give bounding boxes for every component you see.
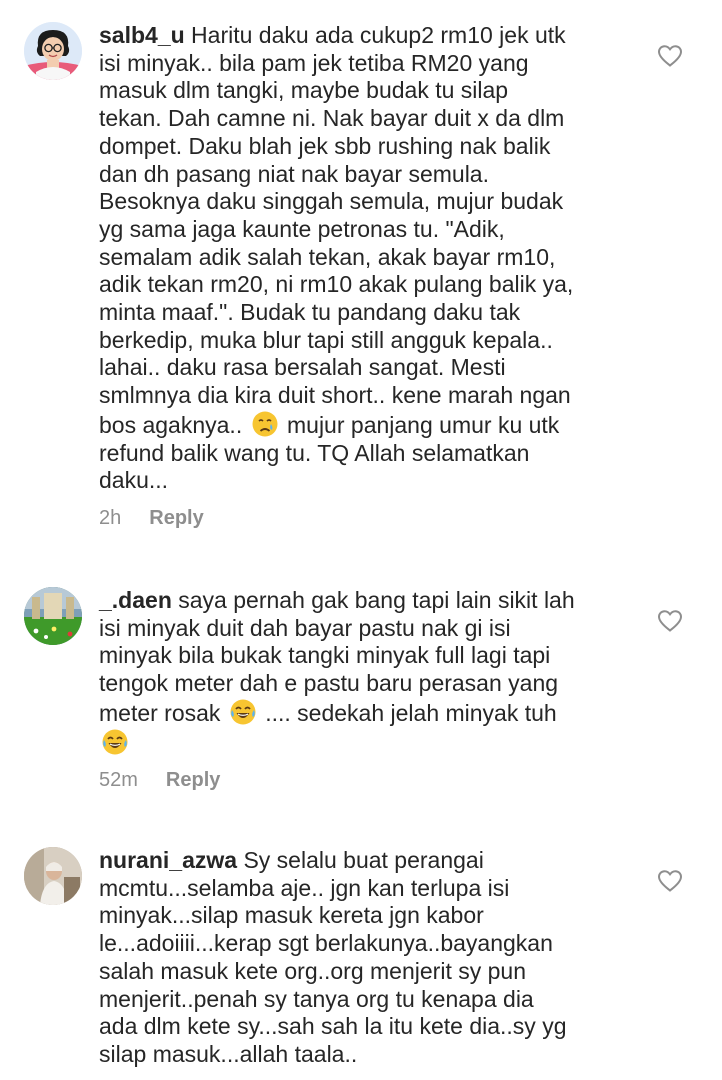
user-avatar[interactable] bbox=[24, 22, 82, 80]
comment-meta: 2h Reply bbox=[99, 507, 619, 530]
comment-username[interactable]: nurani_azwa bbox=[99, 847, 237, 873]
cartoon-girl-avatar-icon bbox=[24, 22, 82, 80]
crying-face-emoji-icon bbox=[251, 410, 279, 438]
photo-avatar-icon bbox=[24, 587, 82, 645]
comment-text: nurani_azwa Sy selalu buat perangai mcmt… bbox=[99, 847, 619, 1069]
comment-timestamp: 2h bbox=[99, 506, 122, 529]
comment-timestamp: 52m bbox=[99, 769, 138, 792]
comment-body: nurani_azwa Sy selalu buat perangai mcmt… bbox=[99, 847, 619, 1069]
comment-username[interactable]: _.daen bbox=[99, 587, 172, 613]
comment-body: _.daen saya pernah gak bang tapi lain si… bbox=[99, 587, 619, 792]
like-heart-icon[interactable] bbox=[657, 869, 683, 893]
comment-body: salb4_u Haritu daku ada cukup2 rm10 jek … bbox=[99, 22, 619, 530]
tears-of-joy-emoji-icon bbox=[101, 728, 129, 756]
comment-text: salb4_u Haritu daku ada cukup2 rm10 jek … bbox=[99, 22, 619, 495]
comment-username[interactable]: salb4_u bbox=[99, 22, 185, 48]
comment-text-part: .... sedekah jelah minyak tuh bbox=[265, 699, 557, 726]
tears-of-joy-emoji-icon bbox=[229, 698, 257, 726]
user-avatar[interactable] bbox=[24, 847, 82, 905]
reply-button[interactable]: Reply bbox=[166, 769, 220, 792]
comment-text-part: Sy selalu buat perangai mcmtu...selamba … bbox=[99, 847, 567, 1067]
comment-text: _.daen saya pernah gak bang tapi lain si… bbox=[99, 587, 619, 757]
like-heart-icon[interactable] bbox=[657, 609, 683, 633]
comment-meta: 52m Reply bbox=[99, 769, 619, 792]
photo-avatar-icon bbox=[24, 847, 82, 905]
user-avatar[interactable] bbox=[24, 587, 82, 645]
reply-button[interactable]: Reply bbox=[149, 507, 203, 530]
comment-text-part: Haritu daku ada cukup2 rm10 jek utk isi … bbox=[99, 22, 574, 438]
like-heart-icon[interactable] bbox=[657, 44, 683, 68]
